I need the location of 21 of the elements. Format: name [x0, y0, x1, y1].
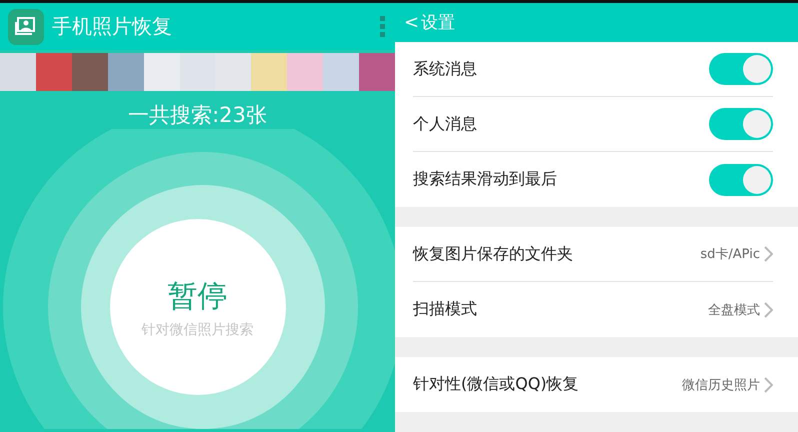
app-title: 手机照片恢复 — [52, 13, 173, 40]
setting-value: 全盘模式 — [708, 302, 760, 318]
chevron-right-icon[interactable] — [764, 302, 773, 318]
found-count: 一共搜索:23张 — [127, 102, 268, 129]
setting-label: 系统消息 — [413, 58, 478, 80]
setting-label: 针对性(微信或QQ)恢复 — [413, 374, 580, 395]
toggle-switch[interactable] — [709, 53, 773, 85]
setting-value: 微信历史照片 — [682, 376, 760, 394]
setting-label: 恢复图片保存的文件夹 — [413, 244, 574, 264]
app-icon — [8, 8, 44, 44]
more-menu-icon[interactable] — [380, 16, 385, 37]
setting-label: 搜索结果滑动到最后 — [413, 169, 558, 190]
setting-label: 个人消息 — [413, 114, 478, 134]
back-button[interactable]: < — [404, 12, 420, 33]
chevron-right-icon[interactable] — [764, 376, 773, 392]
settings-title: 设置 — [421, 12, 456, 34]
setting-label: 扫描模式 — [413, 299, 478, 320]
toggle-switch[interactable] — [709, 164, 773, 196]
toggle-switch[interactable] — [709, 108, 773, 140]
chevron-right-icon[interactable] — [764, 246, 773, 262]
setting-value: sd卡/APic — [700, 246, 760, 263]
